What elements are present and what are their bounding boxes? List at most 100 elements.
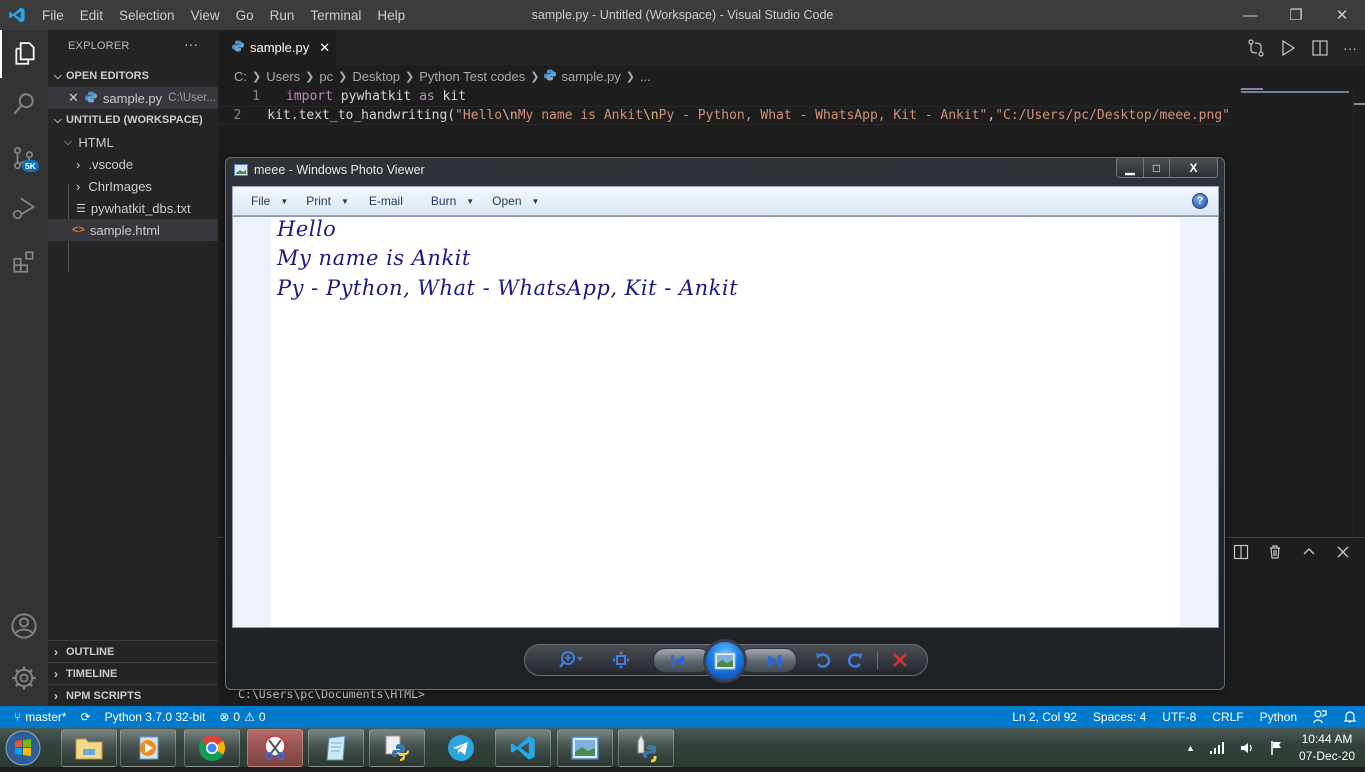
tree-item-vscode[interactable]: › .vscode xyxy=(48,153,218,175)
sync-button[interactable]: ⟳ xyxy=(81,710,91,724)
rotate-counterclockwise-button[interactable] xyxy=(811,645,835,675)
menu-go[interactable]: Go xyxy=(228,8,262,23)
activity-accounts[interactable] xyxy=(0,602,48,650)
taskbar-notepad[interactable] xyxy=(308,729,364,767)
restore-button[interactable]: ❐ xyxy=(1273,0,1319,30)
menu-edit[interactable]: Edit xyxy=(72,8,111,23)
pv-open-menu[interactable]: Open ▼ xyxy=(492,194,539,208)
taskbar-python-launcher[interactable] xyxy=(618,729,674,767)
more-actions-icon[interactable]: ··· xyxy=(1343,40,1357,56)
folder-html[interactable]: ⌵ HTML xyxy=(48,131,218,153)
breadcrumb-item[interactable]: Users xyxy=(266,69,300,84)
activity-search[interactable] xyxy=(0,80,48,128)
tree-item-sample-html[interactable]: <> sample.html xyxy=(48,219,218,241)
taskbar-explorer[interactable] xyxy=(61,729,117,767)
activity-source-control[interactable]: 5K xyxy=(0,134,48,182)
tab-label: sample.py xyxy=(250,40,310,55)
menu-help[interactable]: Help xyxy=(369,8,413,23)
close-tab-icon[interactable]: ✕ xyxy=(319,40,330,56)
slideshow-button[interactable] xyxy=(703,639,747,683)
pv-file-menu[interactable]: File ▼ xyxy=(251,194,288,208)
bell-icon[interactable] xyxy=(1343,710,1357,724)
taskbar-photo-viewer[interactable] xyxy=(557,729,613,767)
pv-print-menu[interactable]: Print ▼ xyxy=(306,194,349,208)
actual-size-button[interactable] xyxy=(609,645,633,675)
next-button[interactable] xyxy=(739,648,797,673)
branch-status[interactable]: ⑂ master* xyxy=(14,710,67,724)
network-icon[interactable] xyxy=(1209,741,1225,755)
action-center-flag-icon[interactable] xyxy=(1269,740,1285,756)
menu-view[interactable]: View xyxy=(183,8,228,23)
help-icon[interactable]: ? xyxy=(1192,193,1208,209)
breadcrumb-item[interactable]: Desktop xyxy=(352,69,400,84)
open-editors-section[interactable]: ⌵ OPEN EDITORS xyxy=(48,65,218,87)
minimize-button[interactable]: — xyxy=(1227,0,1273,30)
breadcrumb-item[interactable]: pc xyxy=(319,69,333,84)
encoding[interactable]: UTF-8 xyxy=(1162,710,1196,724)
language-mode[interactable]: Python xyxy=(1260,710,1297,724)
taskbar-chrome[interactable] xyxy=(184,729,240,767)
editor-scrollbar[interactable] xyxy=(1353,87,1365,537)
search-icon xyxy=(13,93,34,115)
indentation[interactable]: Spaces: 4 xyxy=(1093,710,1146,724)
taskbar-telegram[interactable] xyxy=(433,729,489,767)
open-changes-icon[interactable] xyxy=(1247,38,1265,57)
photo-viewer-titlebar[interactable]: meee - Windows Photo Viewer xyxy=(234,163,425,177)
taskbar-vscode[interactable] xyxy=(495,729,551,767)
tab-sample-py[interactable]: sample.py ✕ xyxy=(218,30,336,65)
taskbar-snipping-tool[interactable] xyxy=(247,729,303,767)
activity-extensions[interactable] xyxy=(0,238,48,286)
menu-run[interactable]: Run xyxy=(262,8,303,23)
cursor-position[interactable]: Ln 2, Col 92 xyxy=(1012,710,1077,724)
python-icon xyxy=(385,735,409,761)
tree-item-pywhatkit-dbs[interactable]: ☰ pywhatkit_dbs.txt xyxy=(48,197,218,219)
run-file-icon[interactable] xyxy=(1279,39,1297,57)
pv-maximize-button[interactable]: □ xyxy=(1143,158,1169,177)
breadcrumb-item[interactable]: sample.py xyxy=(561,69,620,84)
git-branch-icon: ⑂ xyxy=(14,710,22,724)
problems-status[interactable]: ⊗ 0 ⚠ 0 xyxy=(219,710,265,724)
volume-icon[interactable] xyxy=(1239,741,1255,755)
taskbar-python-file[interactable] xyxy=(369,729,425,767)
feedback-icon[interactable] xyxy=(1313,710,1327,724)
open-editor-item[interactable]: ✕ sample.py C:\User... xyxy=(48,87,218,109)
taskbar-media-player[interactable] xyxy=(120,729,176,767)
activity-manage[interactable] xyxy=(0,654,48,702)
menu-selection[interactable]: Selection xyxy=(111,8,183,23)
workspace-section[interactable]: ⌵ UNTITLED (WORKSPACE) xyxy=(48,109,218,131)
chevron-up-icon[interactable] xyxy=(1301,544,1317,560)
show-hidden-icons-button[interactable]: ▲ xyxy=(1186,743,1195,753)
start-button[interactable] xyxy=(4,729,44,767)
pv-burn-menu[interactable]: Burn ▼ xyxy=(431,194,474,208)
outline-section[interactable]: › OUTLINE xyxy=(48,640,218,662)
activity-run-debug[interactable] xyxy=(0,184,48,232)
menu-file[interactable]: File xyxy=(34,8,72,23)
pv-minimize-button[interactable]: ▁ xyxy=(1117,158,1143,177)
menu-label: Open xyxy=(492,194,522,208)
breadcrumb-item[interactable]: C: xyxy=(234,69,247,84)
escape: \n xyxy=(502,108,518,123)
timeline-section[interactable]: › TIMELINE xyxy=(48,662,218,684)
split-editor-icon[interactable] xyxy=(1311,39,1329,57)
delete-button[interactable] xyxy=(887,645,913,675)
trash-icon[interactable] xyxy=(1267,544,1283,560)
pv-email-button[interactable]: E-mail xyxy=(369,194,403,208)
clock[interactable]: 10:44 AM 07-Dec-20 xyxy=(1299,731,1355,765)
end-of-line[interactable]: CRLF xyxy=(1212,710,1243,724)
more-actions-button[interactable]: ··· xyxy=(184,36,198,52)
menu-terminal[interactable]: Terminal xyxy=(302,8,369,23)
close-panel-icon[interactable] xyxy=(1335,544,1351,560)
tree-item-chrimages[interactable]: › ChrImages xyxy=(48,175,218,197)
close-icon[interactable]: ✕ xyxy=(68,90,79,106)
close-button[interactable]: ✕ xyxy=(1319,0,1365,30)
split-terminal-icon[interactable] xyxy=(1233,544,1249,560)
breadcrumb-item[interactable]: ... xyxy=(640,69,651,84)
breadcrumb-item[interactable]: Python Test codes xyxy=(419,69,525,84)
pv-close-button[interactable]: X xyxy=(1169,158,1217,177)
zoom-button[interactable] xyxy=(551,645,591,675)
interpreter-status[interactable]: Python 3.7.0 32-bit xyxy=(105,710,206,724)
rotate-clockwise-button[interactable] xyxy=(843,645,867,675)
activity-explorer[interactable] xyxy=(0,30,48,78)
minimap[interactable] xyxy=(1235,87,1353,105)
npm-scripts-section[interactable]: › NPM SCRIPTS xyxy=(48,684,218,706)
